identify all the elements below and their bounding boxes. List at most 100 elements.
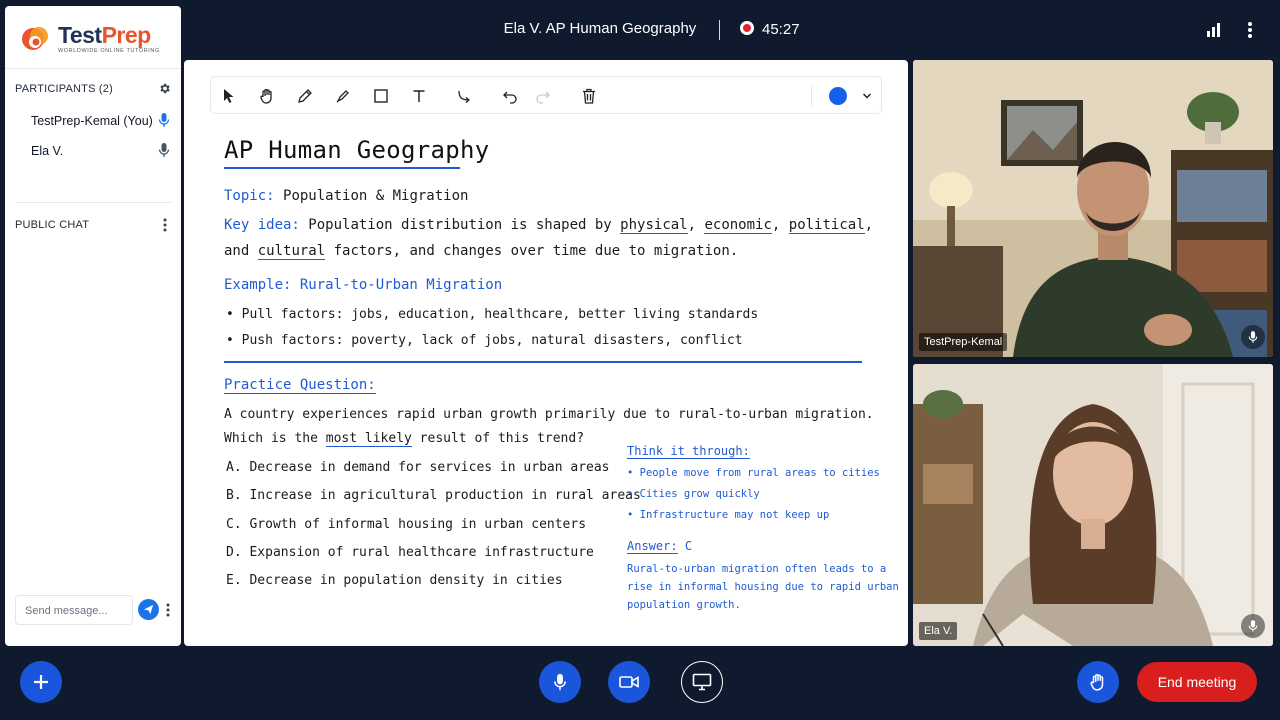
keyword-political: political [788, 217, 865, 234]
topic-value: Population & Migration [283, 188, 469, 204]
logo-mark-icon [22, 27, 48, 50]
meeting-title: Ela V. AP Human Geography [503, 20, 697, 37]
logo-tagline: WORLDWIDE ONLINE TUTORING [58, 48, 160, 54]
think-point: • People move from rural areas to cities [627, 467, 880, 479]
topic-label: Topic: [224, 188, 275, 204]
title-underline [224, 167, 460, 169]
key-idea-line-2: and cultural factors, and changes over t… [224, 243, 739, 260]
testprep-logo: TestPrep WORLDWIDE ONLINE TUTORING [20, 22, 170, 62]
sidebar: TestPrep WORLDWIDE ONLINE TUTORING PARTI… [5, 6, 181, 646]
undo-icon[interactable] [500, 86, 520, 106]
example-label: Example: Rural-to-Urban Migration [224, 277, 503, 293]
whiteboard-toolbar [210, 76, 882, 114]
answer-option-e: E. Decrease in population density in cit… [226, 573, 563, 588]
pull-factors: • Pull factors: jobs, education, healthc… [226, 307, 759, 322]
explanation-line: population growth. [627, 599, 741, 611]
think-label-text: Think it through: [627, 444, 750, 459]
key-idea-text: and [224, 243, 250, 259]
plus-icon [34, 675, 48, 689]
mic-active-icon [158, 113, 170, 127]
pen-tool-icon[interactable] [295, 86, 315, 106]
explanation-line: rise in informal housing due to rapid ur… [627, 581, 899, 593]
answer-option-a: A. Decrease in demand for services in ur… [226, 460, 610, 475]
think-point: • Cities grow quickly [627, 488, 760, 500]
practice-label-text: Practice Question: [224, 377, 376, 394]
connector-tool-icon[interactable] [454, 86, 474, 106]
student-video-feed [913, 364, 1273, 646]
whiteboard[interactable]: AP Human Geography Topic: Population & M… [184, 60, 908, 646]
chat-options-icon[interactable] [165, 603, 171, 617]
sidebar-divider [5, 68, 181, 69]
question-text: result of this trend? [419, 431, 585, 446]
screen-share-button[interactable] [681, 661, 723, 703]
raise-hand-icon [1090, 673, 1104, 691]
board-title: AP Human Geography [224, 136, 490, 164]
key-idea-line-1: Key idea: Population distribution is sha… [224, 217, 874, 234]
answer-line: Answer: C [627, 539, 693, 554]
more-vertical-icon[interactable] [1238, 18, 1262, 42]
video-camera-icon [619, 676, 639, 688]
send-icon [143, 604, 154, 615]
answer-value: C [684, 539, 693, 553]
push-factors: • Push factors: poverty, lack of jobs, n… [226, 333, 743, 348]
video-mic-icon [1241, 614, 1265, 638]
end-meeting-button[interactable]: End meeting [1137, 662, 1257, 702]
recording-icon [740, 21, 754, 35]
redo-icon[interactable] [533, 86, 553, 106]
explanation-line: Rural-to-urban migration often leads to … [627, 563, 887, 575]
add-button[interactable] [20, 661, 62, 703]
keyword-physical: physical [620, 217, 688, 234]
practice-label: Practice Question: [224, 377, 376, 394]
question-line-2: Which is the most likely result of this … [224, 431, 585, 447]
key-idea-text: factors, and changes over time due to mi… [333, 243, 739, 259]
video-tile-tutor[interactable]: TestPrep-Kemal [913, 60, 1273, 357]
pointer-tool-icon[interactable] [219, 86, 239, 106]
gear-icon[interactable] [158, 82, 171, 95]
signal-bars-icon[interactable] [1201, 18, 1225, 42]
mic-icon [158, 143, 170, 157]
tutor-video-feed [913, 60, 1273, 357]
participant-name-ela: Ela V. [31, 144, 64, 158]
highlighter-tool-icon[interactable] [333, 86, 353, 106]
recording-timer: 45:27 [762, 21, 800, 38]
question-text: Which is the [224, 431, 318, 446]
video-tile-student[interactable]: Ela V. [913, 364, 1273, 646]
participants-label: PARTICIPANTS (2) [15, 83, 113, 95]
send-button[interactable] [138, 599, 159, 620]
hand-tool-icon[interactable] [257, 86, 277, 106]
microphone-icon [553, 673, 567, 691]
video-name-tag-tutor: TestPrep-Kemal [919, 333, 1008, 351]
raise-hand-button[interactable] [1077, 661, 1119, 703]
toolbar-separator [811, 85, 812, 107]
microphone-button[interactable] [539, 661, 581, 703]
think-label: Think it through: [627, 444, 750, 459]
text-tool-icon[interactable] [409, 86, 429, 106]
question-emphasis: most likely [325, 431, 412, 447]
public-chat-label: PUBLIC CHAT [15, 219, 90, 231]
chat-more-icon[interactable] [162, 218, 168, 232]
color-picker-swatch[interactable] [829, 87, 847, 105]
answer-option-c: C. Growth of informal housing in urban c… [226, 517, 587, 532]
camera-button[interactable] [608, 661, 650, 703]
answer-option-d: D. Expansion of rural healthcare infrast… [226, 545, 594, 560]
delete-icon[interactable] [579, 86, 599, 106]
keyword-cultural: cultural [257, 243, 326, 260]
answer-option-b: B. Increase in agricultural production i… [226, 488, 641, 503]
video-mic-icon [1241, 325, 1265, 349]
key-idea-text: Population distribution is shaped by [308, 217, 612, 233]
think-point: • Infrastructure may not keep up [627, 509, 830, 521]
answer-label: Answer: [627, 539, 678, 554]
rectangle-tool-icon[interactable] [371, 86, 391, 106]
chevron-down-icon[interactable] [857, 86, 877, 106]
section-divider [224, 361, 862, 363]
topic-line: Topic: Population & Migration [224, 188, 468, 204]
sidebar-divider [15, 202, 171, 203]
monitor-icon [692, 673, 712, 691]
video-name-tag-student: Ela V. [919, 622, 958, 640]
logo-text: TestPrep [58, 22, 151, 48]
chat-message-input[interactable]: Send message... [15, 595, 133, 625]
participant-name-kemal: TestPrep-Kemal (You) [31, 114, 153, 128]
title-divider [719, 20, 720, 40]
top-bar: Ela V. AP Human Geography 45:27 [0, 0, 1280, 60]
keyword-economic: economic [704, 217, 772, 234]
